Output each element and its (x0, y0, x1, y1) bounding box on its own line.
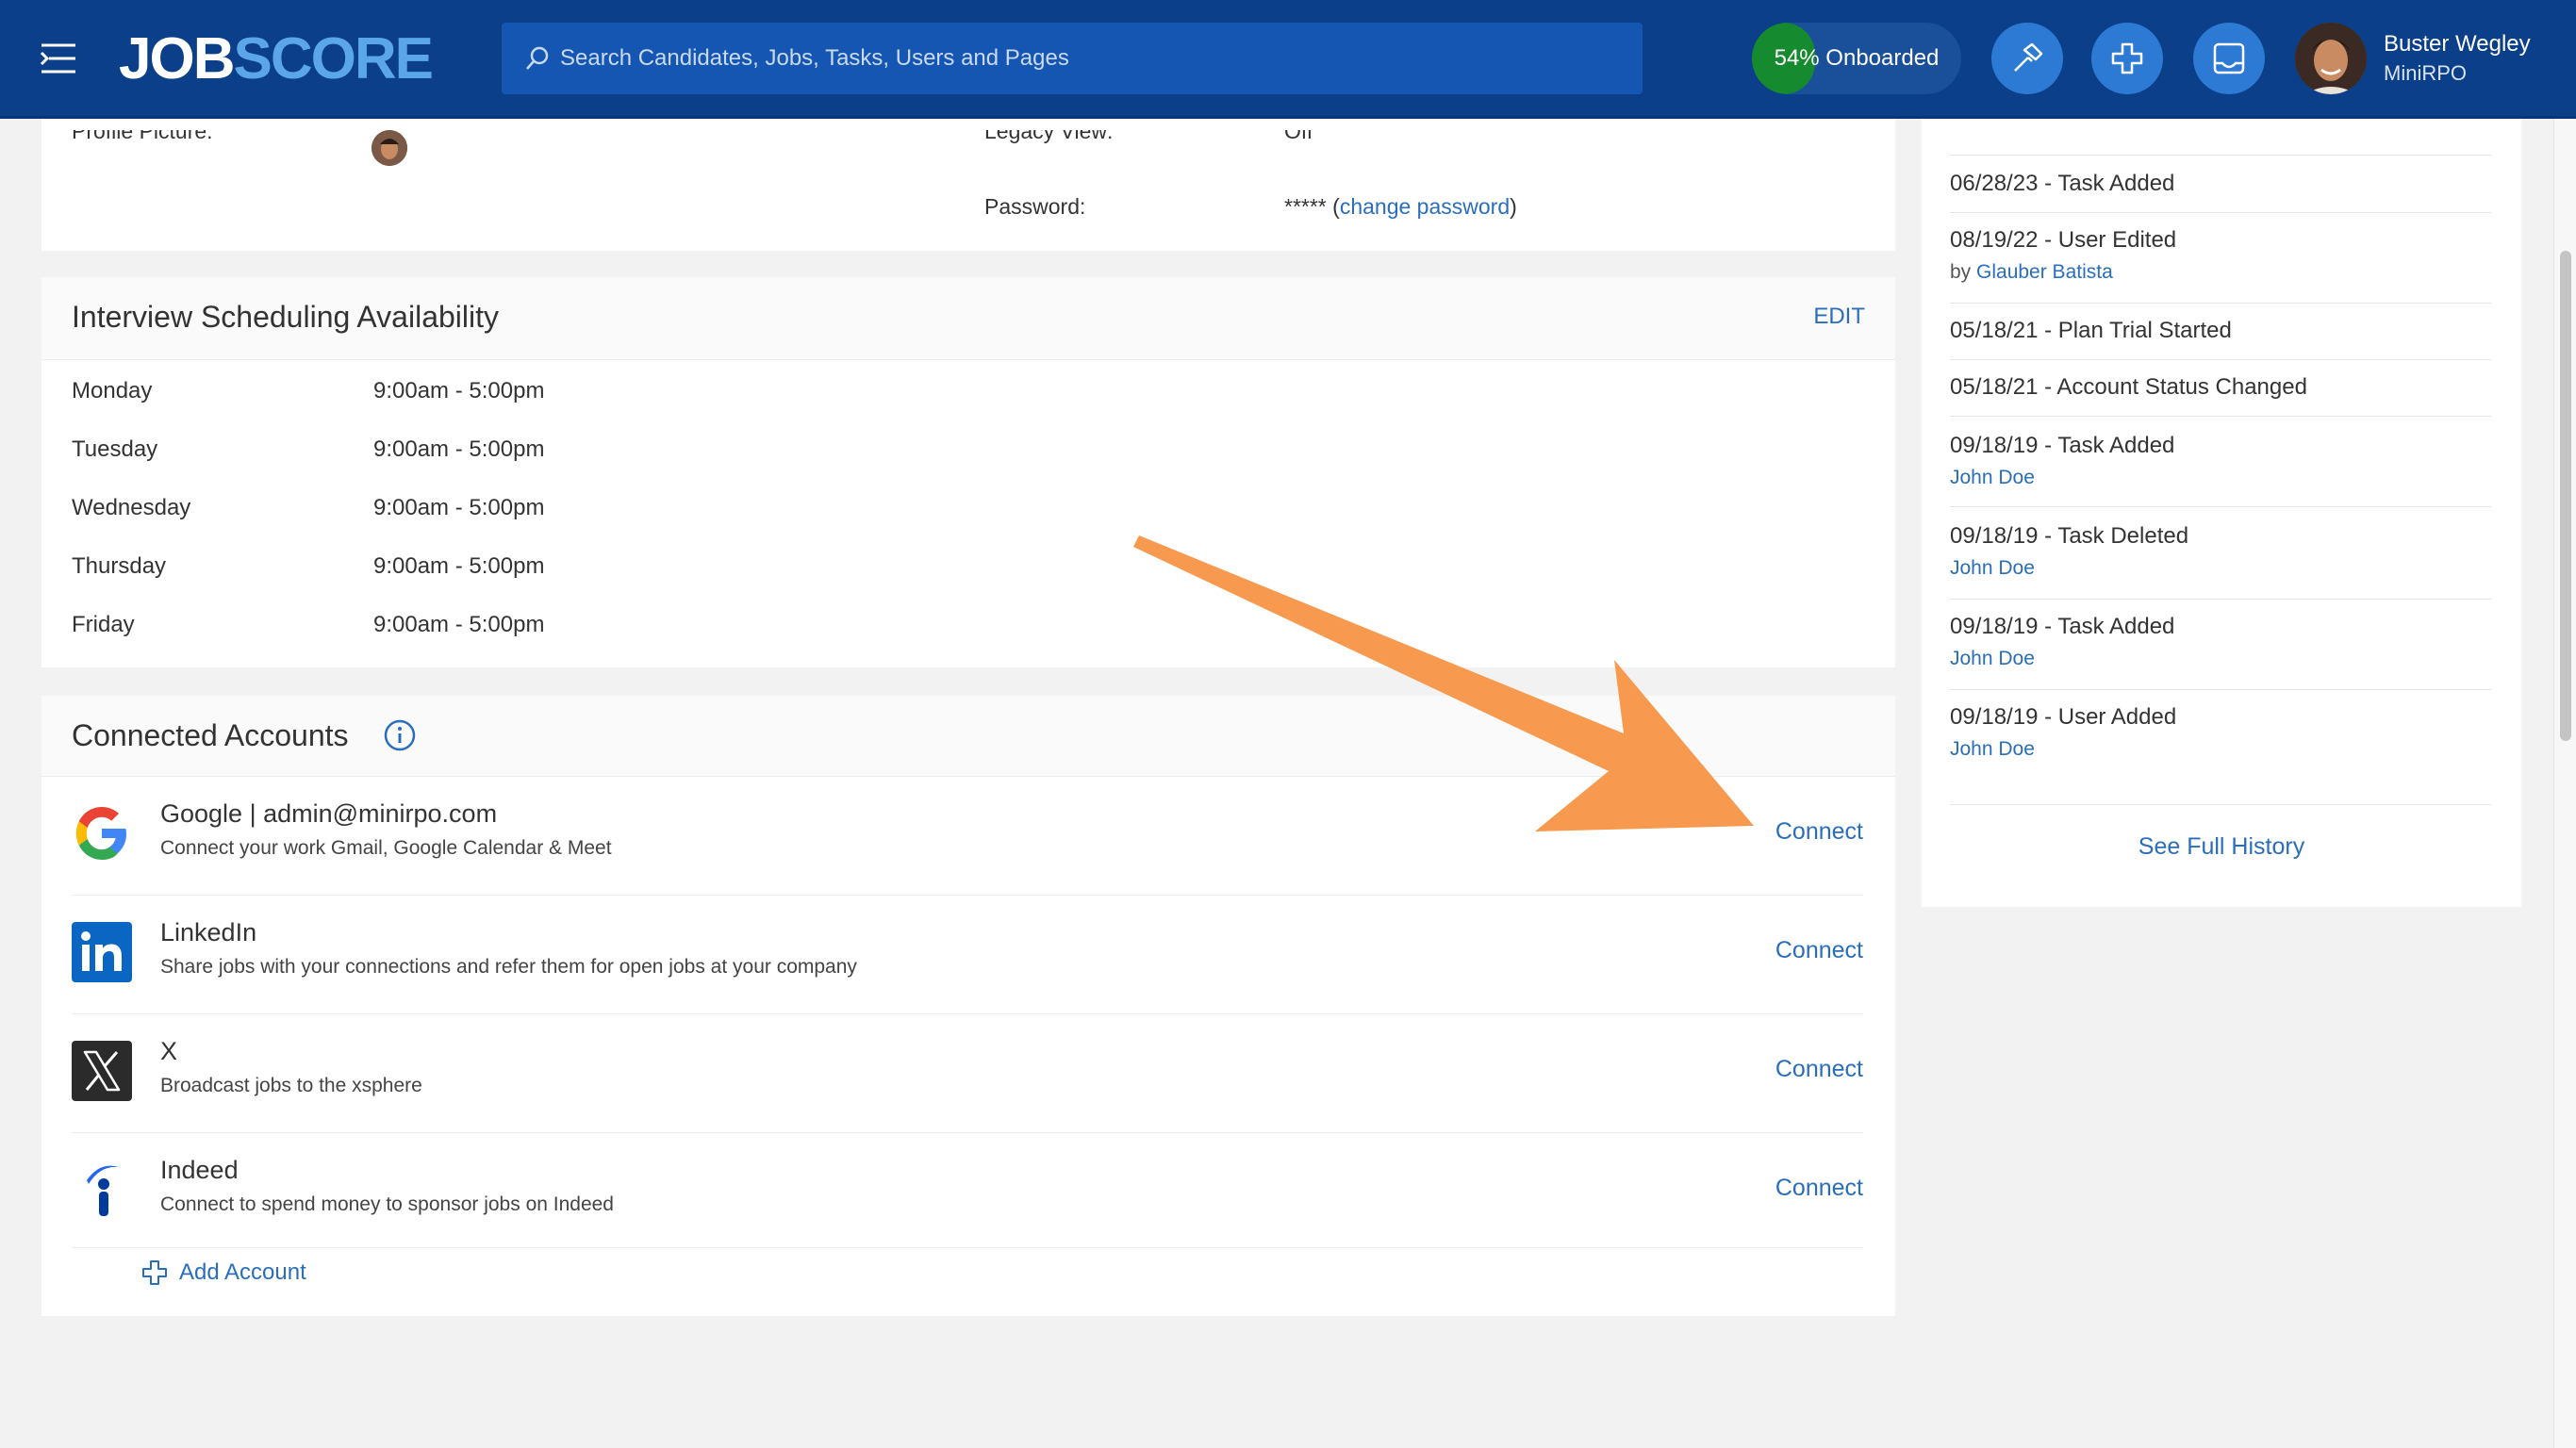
annotation-arrow (1133, 535, 1754, 831)
arrow-shape (1133, 535, 1754, 831)
page-scrollbar[interactable] (2553, 119, 2576, 1448)
scrollbar-thumb[interactable] (2560, 251, 2571, 741)
